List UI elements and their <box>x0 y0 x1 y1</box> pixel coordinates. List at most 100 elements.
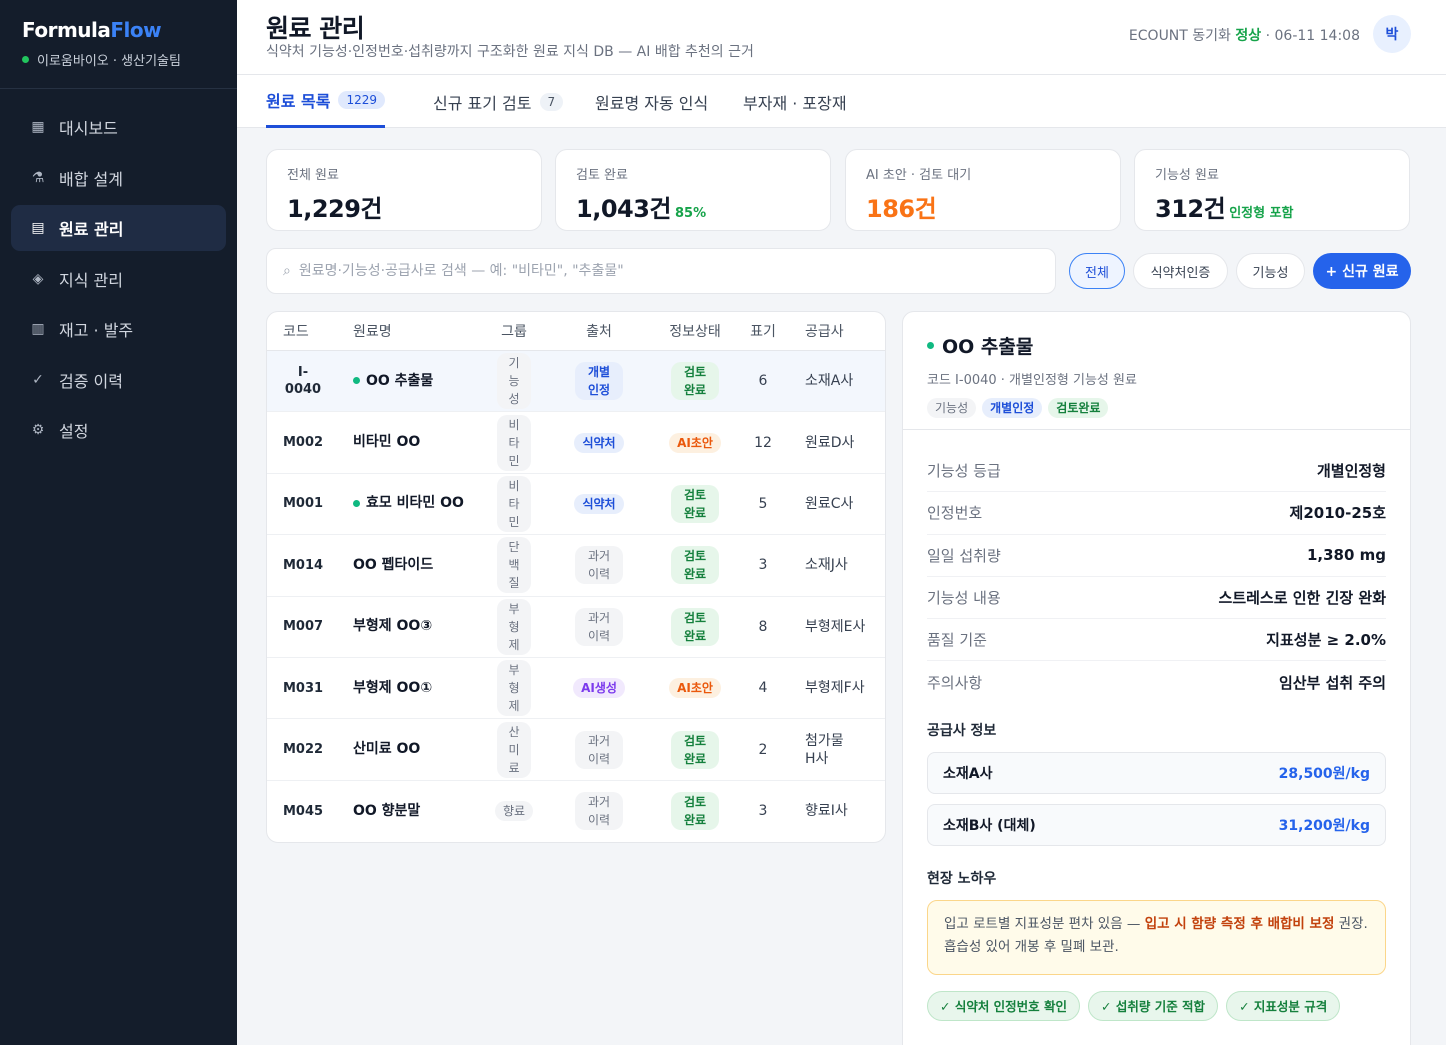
source-badge: 과거이력 <box>575 792 623 831</box>
tag-badge: 개별인정 <box>982 398 1043 418</box>
source-badge: AI생성 <box>573 678 625 699</box>
field-row: 품질 기준 지표성분 ≥ 2.0% <box>927 619 1386 662</box>
stat-card-ai-draft: AI 초안 · 검토 대기 186건 <box>845 149 1121 231</box>
source-badge: 과거이력 <box>575 730 623 769</box>
col-header-source[interactable]: 출처 <box>551 321 647 341</box>
sidebar-item-materials[interactable]: ▤ 원료 관리 <box>11 205 226 251</box>
tab-new-label-review[interactable]: 신규 표기 검토 7 <box>433 75 564 128</box>
col-header-name[interactable]: 원료명 <box>337 321 477 341</box>
brand: FormulaFlow 이로움바이오 · 생산기술팀 <box>0 0 237 89</box>
group-badge: 산미료 <box>497 721 531 778</box>
tab-material-list[interactable]: 원료 목록 1229 <box>266 75 385 128</box>
tab-count-badge: 7 <box>539 92 564 111</box>
check-icon: ✓ <box>32 371 44 388</box>
source-badge: 식약처 <box>574 493 624 514</box>
tab-bar: 원료 목록 1229 신규 표기 검토 7 원료명 자동 인식 부자재 · 포장재 <box>237 75 1446 128</box>
table-row[interactable]: I-0040 OO 추출물 기능성 개별인정 검토완료 6 소재A사 <box>267 351 885 413</box>
table-row[interactable]: M014 OO 펩타이드 단백질 과거이력 검토완료 3 소재J사 <box>267 535 885 597</box>
table-row[interactable]: M001 효모 비타민 OO 비타민 식약처 검토완료 5 원료C사 <box>267 474 885 536</box>
group-badge: 부형제 <box>497 598 531 655</box>
add-material-button[interactable]: + 신규 원료 <box>1313 253 1411 289</box>
knowhow-section-title: 현장 노하우 <box>927 870 997 887</box>
page-subtitle: 식약처 기능성·인정번호·섭취량까지 구조화한 원료 지식 DB — AI 배합… <box>266 44 754 60</box>
sidebar-item-formulation[interactable]: ⚗ 배합 설계 <box>11 155 226 201</box>
col-header-group[interactable]: 그룹 <box>477 321 551 341</box>
tab-packaging[interactable]: 부자재 · 포장재 <box>743 75 847 128</box>
status-badge: 검토완료 <box>671 546 719 585</box>
detail-title: OO 추출물 <box>927 332 1386 359</box>
tag-badge: 검토완료 <box>1048 398 1109 418</box>
col-header-code[interactable]: 코드 <box>267 321 337 341</box>
materials-table: 코드 원료명 그룹 출처 정보상태 표기 공급사 I-0040 OO 추출물 기… <box>266 311 886 843</box>
detail-header: OO 추출물 코드 I-0040 · 개별인정형 기능성 원료 기능성 개별인정… <box>903 312 1410 430</box>
source-badge: 과거이력 <box>575 607 623 646</box>
sidebar-item-settings[interactable]: ⚙ 설정 <box>11 407 226 453</box>
status-badge: 검토완료 <box>671 607 719 646</box>
field-row: 기능성 등급 개별인정형 <box>927 450 1386 493</box>
table-row[interactable]: M045 OO 향분말 향료 과거이력 검토완료 3 향료I사 <box>267 781 885 842</box>
knowhow-note: 입고 로트별 지표성분 편차 있음 — 입고 시 함량 측정 후 배합비 보정 … <box>927 899 1386 975</box>
group-badge: 단백질 <box>497 537 531 594</box>
supplier-section-title: 공급사 정보 <box>927 722 997 739</box>
page-header: 원료 관리 식약처 기능성·인정번호·섭취량까지 구조화한 원료 지식 DB —… <box>237 0 1446 75</box>
filter-mfds-certified[interactable]: 식약처인증 <box>1133 253 1228 289</box>
table-header: 코드 원료명 그룹 출처 정보상태 표기 공급사 <box>267 312 885 351</box>
filter-functional[interactable]: 기능성 <box>1236 253 1305 289</box>
check-badge: ✓ 식약처 인정번호 확인 <box>927 990 1081 1021</box>
table-row[interactable]: M031 부형제 OO① 부형제 AI생성 AI초안 4 부형제F사 <box>267 658 885 720</box>
brand-logo[interactable]: FormulaFlow <box>22 18 215 42</box>
page-title: 원료 관리 <box>266 14 365 43</box>
search-input[interactable] <box>298 263 1039 279</box>
tab-name-recognition[interactable]: 원료명 자동 인식 <box>595 75 708 128</box>
sidebar-item-inventory[interactable]: ▥ 재고 · 발주 <box>11 306 226 352</box>
field-row: 주의사항 임산부 섭취 주의 <box>927 674 1386 693</box>
grid-icon: ▦ <box>31 119 45 135</box>
sync-status: ECOUNT 동기화 정상 · 06-11 14:08 <box>1128 28 1360 44</box>
table-row[interactable]: M002 비타민 OO 비타민 식약처 AI초안 12 원료D사 <box>267 412 885 474</box>
supplier-row[interactable]: 소재B사 (대체) 31,200원/kg <box>927 803 1386 846</box>
group-badge: 향료 <box>494 801 534 822</box>
status-badge: 검토완료 <box>671 730 719 769</box>
status-badge: 검토완료 <box>671 792 719 831</box>
source-badge: 식약처 <box>574 432 624 453</box>
verified-dot-icon <box>353 499 360 507</box>
detail-meta: 코드 I-0040 · 개별인정형 기능성 원료 <box>927 373 1137 388</box>
group-badge: 기능성 <box>497 353 531 410</box>
check-badge: ✓ 섭취량 기준 적합 <box>1088 990 1219 1021</box>
col-header-labels[interactable]: 표기 <box>743 321 783 341</box>
filter-all[interactable]: 전체 <box>1069 253 1125 289</box>
status-badge: AI초안 <box>669 432 721 453</box>
group-badge: 비타민 <box>497 475 531 532</box>
check-badge: ✓ 지표성분 규격 <box>1226 990 1341 1021</box>
search-bar: ⌕ <box>266 248 1056 294</box>
stat-card-reviewed: 검토 완료 1,043건 85% <box>555 149 831 231</box>
col-header-supplier[interactable]: 공급사 <box>783 321 883 341</box>
org-name: 이로움바이오 · 생산기술팀 <box>22 50 215 69</box>
status-badge: 검토완료 <box>671 484 719 523</box>
field-row: 인정번호 제2010-25호 <box>927 492 1386 535</box>
sidebar-item-validation[interactable]: ✓ 검증 이력 <box>11 357 226 403</box>
col-header-status[interactable]: 정보상태 <box>647 321 743 341</box>
sidebar-item-knowledge[interactable]: ◈ 지식 관리 <box>11 256 226 302</box>
field-row: 기능성 내용 스트레스로 인한 긴장 완화 <box>927 577 1386 620</box>
group-badge: 부형제 <box>497 660 531 717</box>
inventory-icon: ▥ <box>31 321 45 337</box>
search-icon: ⌕ <box>283 263 291 279</box>
stat-card-functional: 기능성 원료 312건 인정형 포함 <box>1134 149 1410 231</box>
table-row[interactable]: M007 부형제 OO③ 부형제 과거이력 검토완료 8 부형제E사 <box>267 597 885 658</box>
status-dot-icon <box>22 56 29 63</box>
gear-icon: ⚙ <box>31 422 45 438</box>
flask-icon: ⚗ <box>31 169 45 186</box>
validation-checks: ✓ 식약처 인정번호 확인 ✓ 섭취량 기준 적합 ✓ 지표성분 규격 <box>927 990 1386 1021</box>
sidebar-item-dashboard[interactable]: ▦ 대시보드 <box>11 104 226 150</box>
source-badge: 과거이력 <box>575 546 623 585</box>
source-badge: 개별인정 <box>575 362 623 401</box>
table-row[interactable]: M022 산미료 OO 산미료 과거이력 검토완료 2 첨가물H사 <box>267 719 885 781</box>
material-detail-panel: OO 추출물 코드 I-0040 · 개별인정형 기능성 원료 기능성 개별인정… <box>902 311 1411 1045</box>
tag-badge: 기능성 <box>927 398 977 418</box>
supplier-row[interactable]: 소재A사 28,500원/kg <box>927 751 1386 794</box>
sidebar-nav: ▦ 대시보드 ⚗ 배합 설계 ▤ 원료 관리 ◈ 지식 관리 ▥ 재고 · 발주 ✓ 검증 … <box>0 89 237 453</box>
sidebar: FormulaFlow 이로움바이오 · 생산기술팀 ▦ 대시보드 ⚗ 배합 설계 … <box>0 0 237 1045</box>
tab-count-badge: 1229 <box>338 91 385 109</box>
avatar[interactable]: 박 <box>1373 15 1411 53</box>
